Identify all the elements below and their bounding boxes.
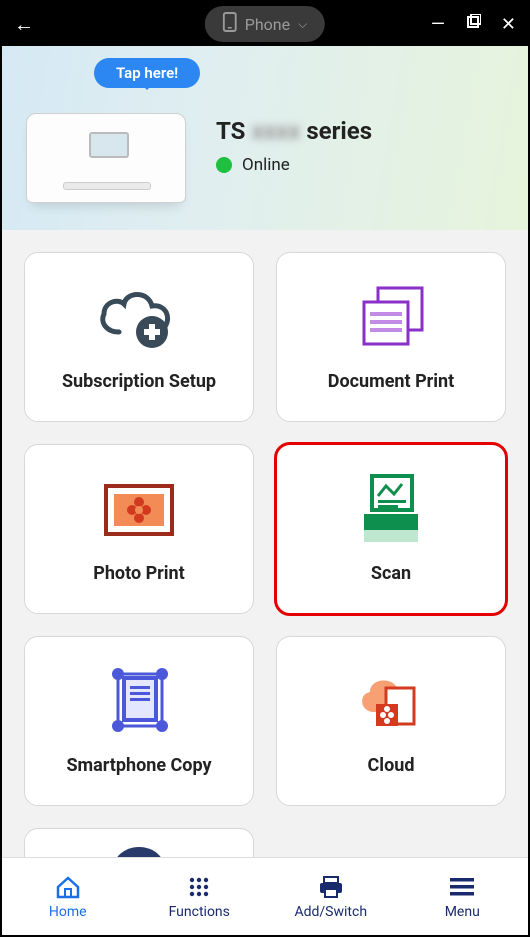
device-mode-selector[interactable]: Phone ⌵ bbox=[205, 6, 325, 42]
home-icon bbox=[54, 874, 82, 900]
back-arrow-icon[interactable]: ← bbox=[14, 12, 34, 37]
status-text: Online bbox=[242, 155, 290, 175]
device-status: Online bbox=[216, 155, 372, 175]
bottom-tabbar: Home Functions Add/Switch Menu bbox=[2, 857, 528, 935]
card-label: Scan bbox=[371, 563, 411, 584]
menu-icon bbox=[448, 874, 476, 900]
card-subscription-setup[interactable]: Subscription Setup bbox=[24, 252, 254, 422]
device-name: TS xxxx series bbox=[216, 117, 372, 145]
tab-label: Add/Switch bbox=[294, 904, 367, 920]
document-stack-icon bbox=[346, 283, 436, 353]
card-label: Smartphone Copy bbox=[66, 755, 211, 776]
tab-add-switch[interactable]: Add/Switch bbox=[265, 858, 397, 935]
window-titlebar: ← Phone ⌵ ― ✕ bbox=[2, 2, 528, 46]
grid-icon bbox=[185, 874, 213, 900]
minimize-icon[interactable]: ― bbox=[431, 14, 445, 35]
card-document-print[interactable]: Document Print bbox=[276, 252, 506, 422]
printer-image[interactable] bbox=[22, 96, 192, 211]
photo-flower-icon bbox=[94, 475, 184, 545]
card-label: Document Print bbox=[328, 371, 454, 392]
device-header: Tap here! TS xxxx series Online bbox=[2, 46, 528, 230]
tab-functions[interactable]: Functions bbox=[134, 858, 266, 935]
tab-home[interactable]: Home bbox=[2, 858, 134, 935]
card-partial[interactable] bbox=[24, 828, 254, 858]
printer-icon bbox=[317, 874, 345, 900]
card-photo-print[interactable]: Photo Print bbox=[24, 444, 254, 614]
cloud-plus-icon bbox=[94, 283, 184, 353]
chevron-down-icon: ⌵ bbox=[298, 17, 307, 32]
cloud-doc-icon bbox=[346, 667, 436, 737]
tab-label: Menu bbox=[445, 904, 480, 920]
card-label: Photo Print bbox=[93, 563, 184, 584]
phone-icon bbox=[223, 12, 237, 36]
card-smartphone-copy[interactable]: Smartphone Copy bbox=[24, 636, 254, 806]
tab-label: Functions bbox=[169, 904, 230, 920]
mode-label: Phone bbox=[245, 15, 290, 34]
tab-label: Home bbox=[49, 904, 87, 920]
tab-menu[interactable]: Menu bbox=[397, 858, 529, 935]
function-grid: Subscription Setup Document Print bbox=[2, 230, 528, 858]
tap-here-tooltip: Tap here! bbox=[94, 58, 200, 88]
close-icon[interactable]: ✕ bbox=[501, 14, 516, 35]
crop-doc-icon bbox=[94, 667, 184, 737]
card-scan[interactable]: Scan bbox=[276, 444, 506, 614]
card-label: Subscription Setup bbox=[62, 371, 216, 392]
restore-icon[interactable] bbox=[465, 14, 481, 35]
partial-icon bbox=[94, 835, 184, 858]
card-label: Cloud bbox=[368, 755, 415, 776]
status-dot-icon bbox=[216, 157, 232, 173]
card-cloud[interactable]: Cloud bbox=[276, 636, 506, 806]
scanner-icon bbox=[346, 475, 436, 545]
